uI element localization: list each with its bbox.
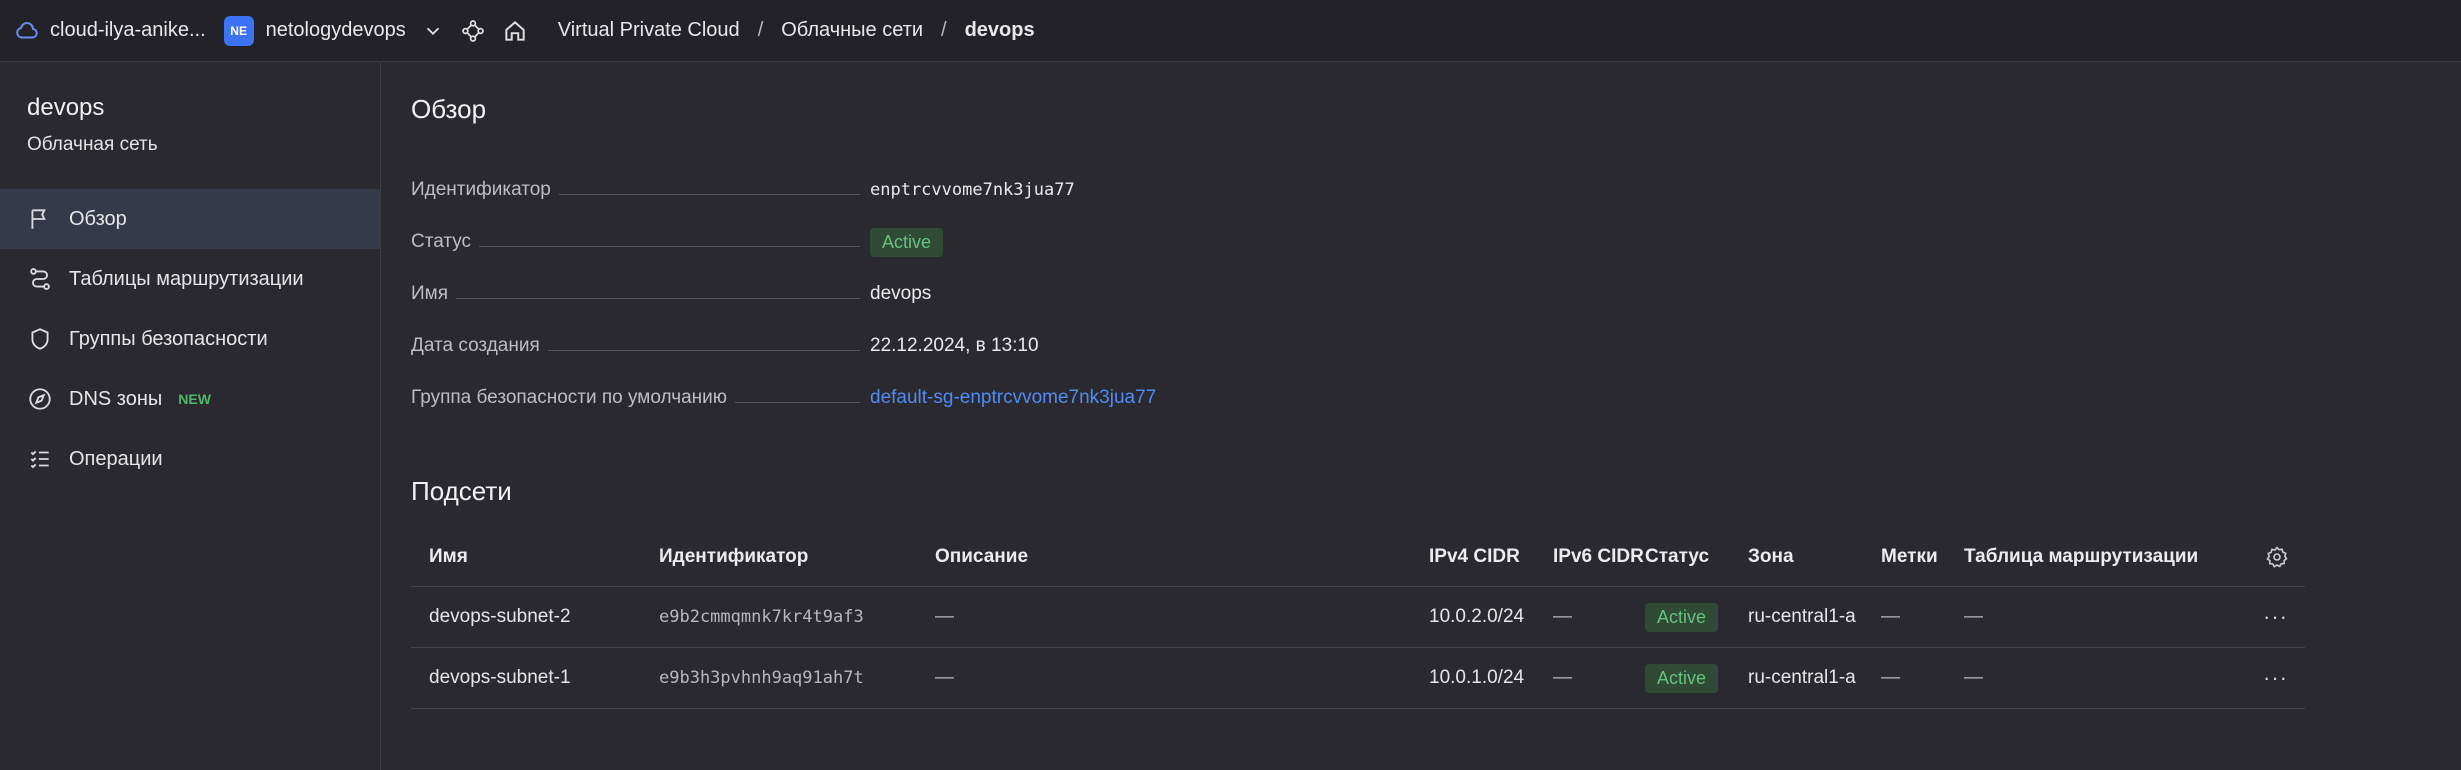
subnet-name[interactable]: devops-subnet-1: [429, 667, 571, 689]
property-label: Идентификатор: [411, 179, 551, 200]
leader-line: [479, 245, 860, 247]
sidebar-item-dns-zones[interactable]: DNS зоны NEW: [0, 369, 380, 429]
overview-properties: Идентификатор enptrcvvome7nk3jua77 Стату…: [411, 164, 1561, 424]
sidebar-item-label: Группы безопасности: [69, 327, 268, 350]
shield-icon: [31, 328, 49, 350]
top-bar: cloud-ilya-anike... NE netologydevops Vi…: [0, 0, 2461, 62]
property-row: Статус Active: [411, 216, 1561, 268]
property-label: Дата создания: [411, 335, 540, 356]
column-header-ipv4[interactable]: IPv4 CIDR: [1429, 546, 1520, 568]
sidebar-item-overview[interactable]: Обзор: [0, 189, 380, 249]
sidebar-item-route-tables[interactable]: Таблицы маршрутизации: [0, 249, 380, 309]
compass-icon: [29, 388, 51, 410]
subnet-description: —: [935, 667, 954, 688]
home-icon[interactable]: [502, 18, 528, 44]
more-actions-icon[interactable]: ···: [2263, 604, 2288, 630]
subnets-title: Подсети: [411, 476, 512, 506]
sidebar-item-label: Таблицы маршрутизации: [69, 267, 304, 290]
chevron-down-icon[interactable]: [422, 20, 444, 42]
table-row[interactable]: devops-subnet-2 e9b2cmmqmnk7kr4t9af3 — 1…: [411, 587, 2305, 648]
sidebar-item-operations[interactable]: Операции: [0, 429, 380, 489]
flag-icon: [31, 209, 46, 229]
subnet-zone: ru-central1-a: [1748, 667, 1856, 688]
org-name[interactable]: netologydevops: [266, 19, 406, 42]
property-row: Дата создания 22.12.2024, в 13:10: [411, 320, 1561, 372]
sidebar: devops Облачная сеть Обзор Таблицы маршр…: [0, 62, 381, 770]
column-header-id[interactable]: Идентификатор: [659, 546, 808, 568]
leader-line: [558, 193, 860, 195]
property-label: Имя: [411, 283, 449, 304]
column-header-description[interactable]: Описание: [935, 546, 1028, 568]
gear-icon[interactable]: [2265, 545, 2289, 569]
list-icon: [30, 450, 49, 469]
subnet-ipv4: 10.0.1.0/24: [1429, 667, 1525, 688]
main-content: Обзор Идентификатор enptrcvvome7nk3jua77…: [382, 62, 2461, 770]
column-header-route-table[interactable]: Таблица маршрутизации: [1964, 546, 2198, 568]
column-header-zone[interactable]: Зона: [1748, 546, 1794, 568]
subnet-route-table: —: [1964, 667, 1983, 688]
cloud-icon: [16, 21, 38, 38]
sidebar-title: devops: [27, 94, 105, 121]
subnet-route-table: —: [1964, 606, 1983, 627]
breadcrumb: Virtual Private Cloud / Облачные сети / …: [558, 19, 1035, 42]
breadcrumb-current: devops: [964, 19, 1035, 41]
column-header-labels[interactable]: Метки: [1881, 546, 1938, 568]
sidebar-item-label: Обзор: [69, 207, 127, 230]
subnet-ipv6: —: [1553, 667, 1572, 688]
sidebar-subtitle: Облачная сеть: [27, 134, 158, 155]
security-group-link[interactable]: default-sg-enptrcvvome7nk3jua77: [870, 387, 1156, 409]
status-badge: Active: [870, 227, 944, 257]
breadcrumb-separator: /: [757, 19, 764, 41]
org-avatar[interactable]: NE: [223, 15, 254, 46]
leader-line: [735, 401, 860, 403]
created-at-value: 22.12.2024, в 13:10: [870, 335, 1039, 356]
property-label: Статус: [411, 231, 472, 252]
breadcrumb-networks[interactable]: Облачные сети: [781, 19, 923, 42]
more-actions-icon[interactable]: ···: [2263, 665, 2288, 691]
overview-title: Обзор: [411, 94, 487, 124]
subnet-ipv4: 10.0.2.0/24: [1429, 606, 1525, 627]
property-row: Группа безопасности по умолчанию default…: [411, 372, 1561, 424]
breadcrumb-vpc[interactable]: Virtual Private Cloud: [558, 19, 740, 42]
sidebar-menu: Обзор Таблицы маршрутизации Группы безоп…: [0, 189, 380, 489]
subnet-description: —: [935, 606, 954, 627]
subnet-id: e9b3h3pvhnh9aq91ah7t: [659, 668, 864, 688]
breadcrumb-separator: /: [941, 19, 947, 41]
status-badge: Active: [1645, 663, 1719, 693]
sidebar-item-label: DNS зоны: [69, 387, 163, 410]
property-row: Идентификатор enptrcvvome7nk3jua77: [411, 164, 1561, 216]
cloud-name: cloud-ilya-anike...: [50, 19, 206, 41]
leader-line: [456, 297, 860, 299]
subnet-name[interactable]: devops-subnet-2: [429, 606, 571, 628]
status-badge: Active: [1645, 602, 1719, 632]
table-header: Имя Идентификатор Описание IPv4 CIDR IPv…: [411, 527, 2305, 587]
services-icon[interactable]: [460, 18, 486, 44]
network-id-value: enptrcvvome7nk3jua77: [870, 180, 1075, 200]
property-row: Имя devops: [411, 268, 1561, 320]
sidebar-item-label: Операции: [69, 447, 163, 470]
route-icon: [30, 268, 50, 290]
subnet-labels: —: [1881, 606, 1900, 627]
column-header-ipv6[interactable]: IPv6 CIDR: [1553, 546, 1644, 568]
cloud-switcher[interactable]: cloud-ilya-anike...: [14, 18, 206, 44]
subnet-zone: ru-central1-a: [1748, 606, 1856, 627]
column-header-status[interactable]: Статус: [1645, 546, 1709, 568]
new-badge: NEW: [178, 391, 211, 407]
sidebar-item-security-groups[interactable]: Группы безопасности: [0, 309, 380, 369]
property-label: Группа безопасности по умолчанию: [411, 387, 728, 408]
subnet-id: e9b2cmmqmnk7kr4t9af3: [659, 607, 864, 627]
column-header-name[interactable]: Имя: [429, 546, 468, 568]
table-row[interactable]: devops-subnet-1 e9b3h3pvhnh9aq91ah7t — 1…: [411, 648, 2305, 709]
subnets-table: Имя Идентификатор Описание IPv4 CIDR IPv…: [411, 527, 2305, 709]
leader-line: [547, 349, 860, 351]
network-name-value: devops: [870, 283, 932, 304]
subnet-labels: —: [1881, 667, 1900, 688]
subnet-ipv6: —: [1553, 606, 1572, 627]
